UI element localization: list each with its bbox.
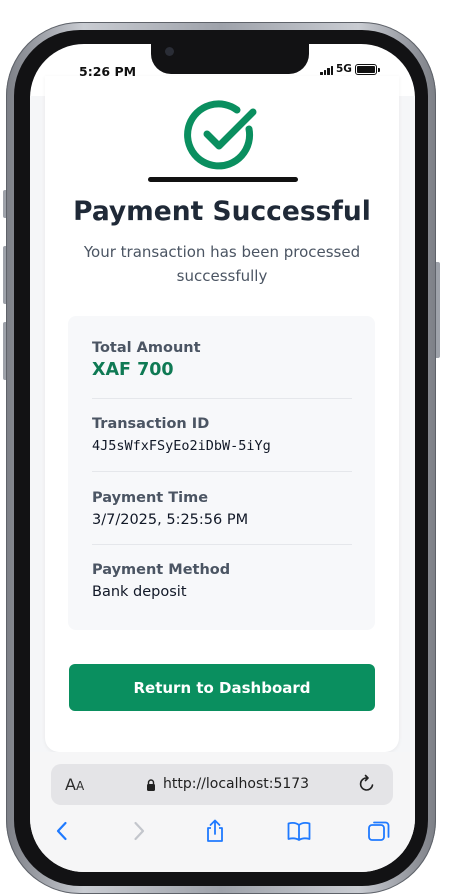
detail-label: Total Amount [92,340,201,356]
network-label: 5G [336,63,352,75]
detail-label: Payment Method [92,562,231,578]
webview: Payment Successful Your transaction has … [30,76,415,752]
forward-icon[interactable] [125,818,151,844]
text-size-large-label: A [65,775,76,794]
share-icon[interactable] [202,818,228,844]
text-size-button[interactable]: AA [65,775,84,794]
divider [92,471,352,472]
browser-toolbar: AA http://localhost:5173 [30,752,415,872]
detail-payment-time: Payment Time 3/7/2025, 5:25:56 PM [92,490,352,528]
detail-total-amount: Total Amount XAF 700 [92,340,352,380]
detail-transaction-id: Transaction ID 4J5sWfxFSyEo2iDbW-5iYg [92,416,352,454]
detail-label: Transaction ID [92,416,210,432]
camera-icon [165,47,174,56]
payment-time-value: 3/7/2025, 5:25:56 PM [92,512,249,528]
success-check-icon [184,100,257,170]
back-icon[interactable] [50,818,76,844]
payment-method-value: Bank deposit [92,584,187,600]
home-indicator [148,177,298,182]
return-to-dashboard-button[interactable]: Return to Dashboard [69,664,375,711]
detail-payment-method: Payment Method Bank deposit [92,562,352,600]
bookmarks-icon[interactable] [286,818,312,844]
battery-icon [355,64,380,75]
detail-label: Payment Time [92,490,209,506]
lock-icon [147,779,155,791]
notch [151,44,309,74]
signal-icon [320,66,336,75]
tabs-icon[interactable] [366,818,392,844]
text-size-small-label: A [75,779,85,793]
divider [92,544,352,545]
phone-screen: 5:26 PM 5G Payment Successful Your trans… [30,44,415,872]
reload-icon[interactable] [357,774,377,794]
divider [92,398,352,399]
page-title: Payment Successful [73,196,371,227]
transaction-details: Total Amount XAF 700 Transaction ID 4J5s… [68,316,375,630]
url-text[interactable]: http://localhost:5173 [163,776,309,792]
transaction-id-value: 4J5sWfxFSyEo2iDbW-5iYg [92,438,271,454]
page-subtitle: Your transaction has been processed succ… [83,243,361,285]
total-amount-value: XAF 700 [92,360,174,380]
address-bar[interactable]: AA http://localhost:5173 [51,764,393,805]
phone-mockup: 5:26 PM 5G Payment Successful Your trans… [0,0,458,894]
